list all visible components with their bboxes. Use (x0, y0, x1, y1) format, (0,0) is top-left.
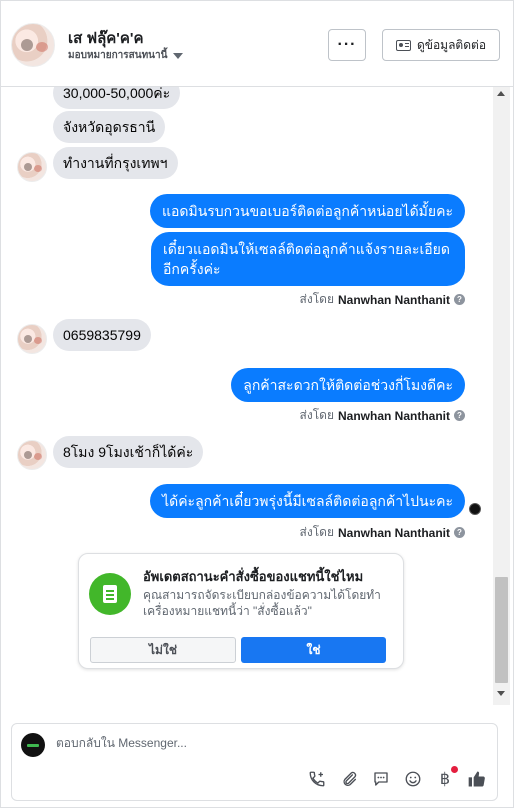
payment-baht-icon[interactable]: ฿ (435, 766, 458, 789)
sent-by-label: ส่งโดย Nanwhan Nanthanit ? (300, 406, 465, 425)
order-prompt-description: คุณสามารถจัดระเบียบกล่องข้อความได้โดยทำเ… (143, 588, 381, 618)
conversation-header: เส ฟลุ๊ค'ค'ค มอบหมายการสนทนานี้ ··· ดูข้… (1, 1, 513, 87)
contact-name[interactable]: เส ฟลุ๊ค'ค'ค (68, 26, 144, 50)
outgoing-message: แอดมินรบกวนขอเบอร์ติดต่อลูกค้าหน่อยได้มั… (149, 194, 465, 228)
incoming-message: จังหวัดอุดรธานี (53, 111, 166, 143)
sent-by-name: Nanwhan Nanthanit (337, 525, 450, 540)
reply-composer: ฿ (11, 723, 498, 801)
no-button[interactable]: ไม่ใช่ (90, 637, 236, 663)
emoji-icon[interactable] (403, 769, 423, 789)
incoming-message: 30,000-50,000ค่ะ (53, 87, 181, 109)
more-icon: ··· (337, 36, 357, 53)
sent-by-prefix: ส่งโดย (299, 408, 334, 422)
sent-by-prefix: ส่งโดย (299, 525, 334, 539)
composer-toolbar: ฿ (307, 766, 487, 790)
yes-button[interactable]: ใช่ (241, 637, 386, 663)
contact-avatar-small (17, 152, 47, 182)
help-icon[interactable]: ? (454, 410, 465, 421)
saved-replies-icon[interactable] (371, 769, 391, 789)
notification-dot (451, 766, 458, 773)
assign-conversation-dropdown[interactable]: มอบหมายการสนทนานี้ (68, 48, 184, 63)
order-receipt-icon (89, 573, 131, 615)
sent-by-name: Nanwhan Nanthanit (337, 292, 450, 307)
incoming-message: ทำงานที่กรุงเทพฯ (53, 147, 178, 179)
chat-scrollbar[interactable] (493, 87, 510, 705)
outgoing-message-line: เดี๋ยวแอดมินให้เซลล์ติดต่อลูกค้าแจ้งรายล… (163, 241, 450, 257)
contact-avatar[interactable] (11, 23, 55, 67)
contact-avatar-small (17, 324, 47, 354)
contact-avatar-small (17, 440, 47, 470)
view-contact-info-label: ดูข้อมูลติดต่อ (416, 37, 487, 52)
call-add-icon[interactable] (307, 769, 327, 789)
page-avatar (21, 733, 45, 757)
conversation-panel: เส ฟลุ๊ค'ค'ค มอบหมายการสนทนานี้ ··· ดูข้… (0, 0, 514, 808)
contact-card-icon (395, 39, 411, 51)
sent-by-prefix: ส่งโดย (299, 292, 334, 306)
incoming-message: 0659835799 (53, 319, 151, 351)
reply-input[interactable] (56, 736, 356, 750)
assign-label: มอบหมายการสนทนานี้ (68, 50, 168, 61)
view-contact-info-button[interactable]: ดูข้อมูลติดต่อ (382, 29, 500, 61)
order-prompt-title: อัพเดตสถานะคำสั่งซื้อของแชทนี้ใช่ไหม (143, 569, 364, 584)
like-thumb-icon[interactable] (467, 769, 487, 789)
incoming-message: 8โมง 9โมงเช้าก็ได้ค่ะ (53, 436, 204, 468)
seen-indicator-avatar (469, 503, 481, 515)
outgoing-message: ลูกค้าสะดวกให้ติดต่อช่วงกี่โมงดีคะ (231, 368, 465, 402)
scrollbar-thumb[interactable] (495, 577, 508, 683)
scroll-down-arrow-icon[interactable] (497, 691, 505, 696)
help-icon[interactable]: ? (454, 527, 465, 538)
baht-symbol: ฿ (439, 771, 451, 788)
order-status-prompt: อัพเดตสถานะคำสั่งซื้อของแชทนี้ใช่ไหม คุณ… (78, 553, 404, 669)
help-icon[interactable]: ? (454, 294, 465, 305)
outgoing-message: เดี๋ยวแอดมินให้เซลล์ติดต่อลูกค้าแจ้งรายล… (151, 232, 465, 286)
outgoing-message-line: อีกครั้งค่ะ (163, 261, 221, 277)
scroll-up-arrow-icon[interactable] (497, 91, 505, 96)
more-options-button[interactable]: ··· (328, 29, 366, 61)
outgoing-message: ได้ค่ะลูกค้าเดี๋ยวพรุ่งนี้มีเซลล์ติดต่อล… (150, 484, 465, 518)
sent-by-name: Nanwhan Nanthanit (337, 408, 450, 423)
sent-by-label: ส่งโดย Nanwhan Nanthanit ? (300, 290, 465, 309)
attachment-icon[interactable] (339, 769, 359, 789)
sent-by-label: ส่งโดย Nanwhan Nanthanit ? (300, 523, 465, 542)
caret-down-icon (173, 52, 184, 59)
